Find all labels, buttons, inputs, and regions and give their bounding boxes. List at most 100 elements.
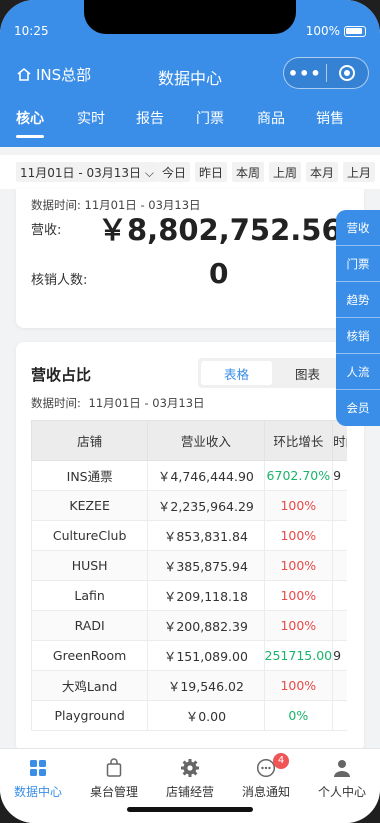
store-cell: Lafin (31, 580, 149, 611)
table-row: KEZEE ￥2,235,964.29 100% (31, 490, 347, 521)
revenue-summary-card: 数据时间: 11月01日 - 03月13日 营收: ￥8,802,752.56 … (16, 189, 364, 328)
status-time: 10:25 (14, 24, 49, 38)
more-icon[interactable]: ••• (284, 64, 326, 83)
table-row: CultureClub ￥853,831.84 100% (31, 520, 347, 551)
revenue-cell: ￥2,235,964.29 (147, 490, 265, 521)
growth-cell: 0% (263, 700, 334, 731)
data-time-label: 数据时间: (31, 396, 81, 410)
revenue-value: ￥8,802,752.56 (98, 213, 342, 247)
side-nav-revenue[interactable]: 营收 (336, 210, 380, 246)
target-icon (339, 65, 356, 81)
growth-cell: 100% (263, 580, 334, 611)
notch (84, 0, 296, 34)
col-time: 时间 (332, 420, 347, 461)
growth-cell: 100% (263, 670, 334, 701)
revenue-cell: ￥0.00 (147, 700, 265, 731)
data-time-value: 11月01日 - 03月13日 (88, 396, 205, 410)
share-data-time: 数据时间: 11月01日 - 03月13日 (31, 395, 205, 411)
time-cell (332, 580, 347, 611)
side-nav-members[interactable]: 会员 (336, 390, 380, 426)
side-nav-writeoff[interactable]: 核销 (336, 318, 380, 354)
col-revenue: 营业收入 (147, 420, 265, 461)
table-row: RADI ￥200,882.39 100% (31, 610, 347, 641)
tabbar-messages[interactable]: 4 消息通知 (228, 753, 304, 800)
miniprogram-capsule: ••• (283, 57, 369, 89)
time-cell (332, 700, 347, 731)
tabbar-table-management[interactable]: 桌台管理 (76, 757, 152, 800)
tabbar-label: 数据中心 (13, 785, 62, 799)
growth-cell: 251715.00 (263, 640, 334, 671)
chip-this-month[interactable]: 本月 (306, 162, 339, 182)
revenue-cell: ￥19,546.02 (147, 670, 265, 701)
tabbar-label: 店铺经营 (165, 785, 214, 799)
revenue-label: 营收: (31, 223, 62, 238)
growth-cell: 6702.70% (263, 460, 334, 491)
time-cell: 9 (332, 640, 347, 671)
side-nav-tickets[interactable]: 门票 (336, 246, 380, 282)
store-cell: CultureClub (31, 520, 149, 551)
revenue-cell: ￥209,118.18 (147, 580, 265, 611)
toggle-chart[interactable]: 图表 (272, 361, 343, 385)
side-nav: 营收 门票 趋势 核销 人流 会员 (336, 210, 380, 426)
tabbar-profile[interactable]: 个人中心 (304, 757, 380, 800)
time-cell (332, 550, 347, 581)
notification-badge: 4 (273, 753, 289, 769)
table-scroll[interactable]: 店铺 营业收入 环比增长 时间 INS通票￥4,746,444.906702.7… (31, 420, 347, 731)
tabbar-data-center[interactable]: 数据中心 (0, 757, 76, 800)
tab-report[interactable]: 报告 (136, 108, 164, 128)
gear-icon (152, 757, 228, 779)
col-store: 店铺 (31, 420, 149, 461)
table-row: GreenRoom ￥151,089.00 251715.00 9 (31, 640, 347, 671)
side-nav-traffic[interactable]: 人流 (336, 354, 380, 390)
tab-tickets[interactable]: 门票 (196, 108, 224, 128)
grid-icon (0, 757, 76, 779)
battery-indicator: 100% (306, 24, 366, 38)
table-header-row: 店铺 营业收入 环比增长 时间 (31, 420, 347, 461)
growth-cell: 100% (263, 610, 334, 641)
revenue-cell: ￥385,875.94 (147, 550, 265, 581)
chip-this-week[interactable]: 本周 (232, 162, 265, 182)
time-cell (332, 490, 347, 521)
store-cell: KEZEE (31, 490, 149, 521)
chip-yesterday[interactable]: 昨日 (195, 162, 228, 182)
store-cell: INS通票 (31, 460, 149, 491)
chip-today[interactable]: 今日 (158, 162, 191, 182)
store-cell: RADI (31, 610, 149, 641)
message-icon (228, 757, 304, 779)
revenue-table: 店铺 营业收入 环比增长 时间 INS通票￥4,746,444.906702.7… (31, 420, 347, 731)
chip-last-week[interactable]: 上周 (269, 162, 302, 182)
main-tabs: 核心 实时 报告 门票 商品 销售 (0, 108, 380, 138)
table-row: Playground ￥0.00 0% (31, 700, 347, 731)
growth-cell: 100% (263, 490, 334, 521)
side-nav-trend[interactable]: 趋势 (336, 282, 380, 318)
table-row: HUSH ￥385,875.94 100% (31, 550, 347, 581)
battery-icon (344, 25, 366, 37)
store-cell: Playground (31, 700, 149, 731)
tab-core[interactable]: 核心 (16, 108, 44, 138)
time-cell (332, 670, 347, 701)
person-icon (304, 757, 380, 779)
toggle-table[interactable]: 表格 (201, 361, 272, 385)
revenue-cell: ￥853,831.84 (147, 520, 265, 551)
revenue-share-card: 营收占比 表格 图表 数据时间: 11月01日 - 03月13日 店铺 营业收入… (16, 342, 364, 752)
tab-sales[interactable]: 销售 (316, 108, 344, 128)
store-cell: 大鸡Land (31, 670, 149, 701)
battery-percent: 100% (305, 24, 340, 38)
tabbar-label: 桌台管理 (89, 785, 138, 799)
writeoff-value: 0 (209, 257, 229, 290)
time-cell: 9 (332, 460, 347, 491)
data-time-label: 数据时间: (31, 198, 81, 212)
date-range-picker[interactable]: 11月01日 - 03月13日 ⌵ (16, 162, 158, 182)
tabbar-store-operations[interactable]: 店铺经营 (152, 757, 228, 800)
col-growth: 环比增长 (263, 420, 334, 461)
close-miniprogram-button[interactable] (326, 65, 368, 81)
tab-products[interactable]: 商品 (257, 108, 285, 128)
section-title: 营收占比 (31, 366, 92, 384)
chip-last-month[interactable]: 上月 (343, 162, 376, 182)
revenue-cell: ￥200,882.39 (147, 610, 265, 641)
tab-realtime[interactable]: 实时 (77, 108, 105, 128)
date-range-label: 11月01日 - 03月13日 (20, 166, 142, 180)
revenue-cell: ￥4,746,444.90 (147, 460, 265, 491)
phone-screen: 10:25 100% INS总部 数据中心 ••• 核心 实时 报告 门票 商品… (0, 0, 380, 823)
growth-cell: 100% (263, 520, 334, 551)
